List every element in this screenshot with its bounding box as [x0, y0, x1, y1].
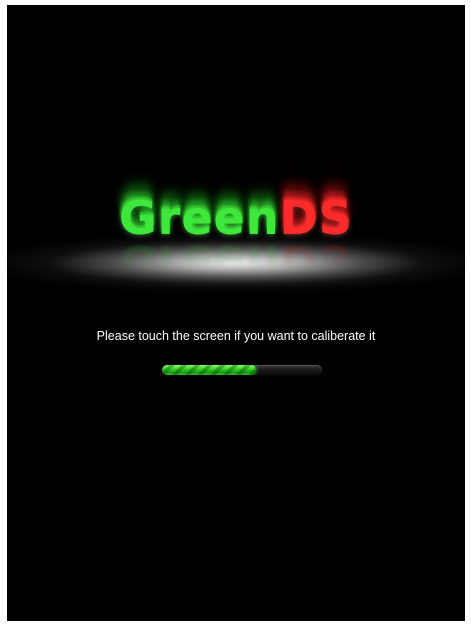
loading-progress-fill [162, 365, 257, 375]
logo-green-text: Green [119, 191, 280, 245]
calibration-prompt: Please touch the screen if you want to c… [96, 329, 376, 343]
logo-red-text: DS [279, 191, 353, 245]
app-logo: GreenDS GreenDS [119, 190, 353, 289]
loading-progress-bar [162, 365, 322, 375]
logo-container: GreenDS GreenDS [7, 190, 465, 289]
device-frame: GreenDS GreenDS Please touch the screen … [0, 0, 471, 628]
splash-screen[interactable]: GreenDS GreenDS Please touch the screen … [7, 5, 465, 621]
